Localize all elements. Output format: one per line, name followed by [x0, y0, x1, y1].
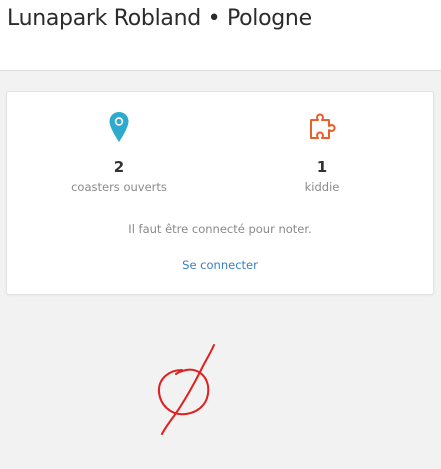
puzzle-icon — [310, 113, 336, 139]
red-scribble-annotation — [157, 344, 215, 435]
page-title: Lunapark Robland • Pologne — [7, 6, 312, 31]
coasters-count: 2 — [113, 158, 125, 176]
map-pin-icon — [109, 112, 129, 142]
login-required-message: Il faut être connecté pour noter. — [128, 222, 312, 236]
stat-coasters: 2 coasters ouverts — [39, 110, 199, 194]
page-header: Lunapark Robland • Pologne — [0, 0, 441, 71]
park-stats-card: 2 coasters ouverts 1 kiddie Il faut être… — [6, 91, 434, 295]
coasters-label: coasters ouverts — [71, 180, 167, 194]
stat-kiddie: 1 kiddie — [242, 110, 402, 194]
login-link[interactable]: Se connecter — [7, 258, 433, 272]
kiddie-count: 1 — [316, 158, 328, 176]
kiddie-label: kiddie — [304, 180, 340, 194]
